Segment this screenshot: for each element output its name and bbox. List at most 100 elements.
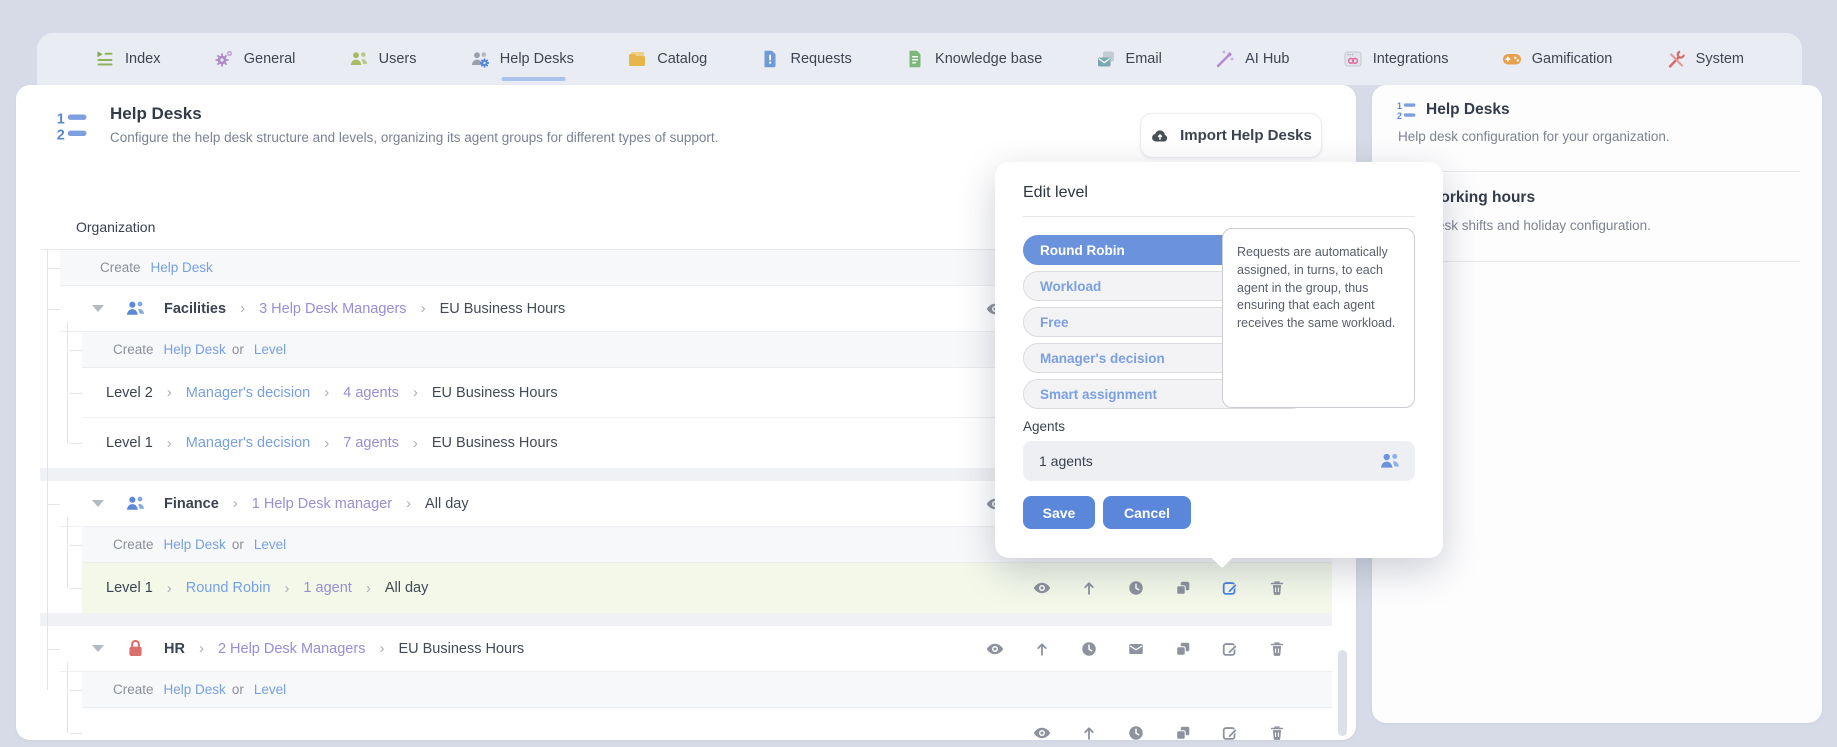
managers-link[interactable]: 2 Help Desk Managers — [218, 641, 366, 657]
tree-branch-line — [67, 322, 68, 443]
agents-users-icon — [1380, 453, 1399, 468]
managers-link[interactable]: 3 Help Desk Managers — [259, 301, 407, 317]
create-level-link[interactable]: Level — [254, 682, 286, 697]
tree-trunk-line — [47, 250, 48, 690]
schedule-label: EU Business Hours — [439, 300, 566, 317]
nav-item-integrations[interactable]: Integrations — [1343, 33, 1449, 85]
duplicate-icon[interactable] — [1174, 724, 1192, 740]
top-navigation: Index General Users Help Desks Catalog R… — [37, 33, 1802, 85]
help-desks-icon — [471, 52, 489, 68]
assignment-tooltip: Requests are automatically assigned, in … — [1222, 228, 1415, 408]
create-help-desk-link[interactable]: Help Desk — [164, 342, 226, 357]
schedule-label: EU Business Hours — [398, 640, 525, 657]
agents-link[interactable]: 1 agent — [303, 580, 351, 596]
divider — [1023, 216, 1415, 217]
edit-icon[interactable] — [1221, 640, 1239, 658]
create-help-desk-or-level-row: Create Help Desk or Level — [70, 672, 1332, 708]
divider — [1398, 171, 1800, 172]
tree-branch-line — [67, 662, 68, 733]
collapse-caret-icon[interactable] — [92, 645, 104, 652]
schedule-icon[interactable] — [1127, 579, 1145, 597]
schedule-icon[interactable] — [1080, 640, 1098, 658]
schedule-icon[interactable] — [1127, 724, 1145, 740]
agents-label: Agents — [1023, 419, 1066, 434]
cancel-button[interactable]: Cancel — [1103, 496, 1191, 529]
page-title: Help Desks — [110, 104, 202, 123]
group-gap — [40, 613, 1332, 626]
collapse-caret-icon[interactable] — [92, 500, 104, 507]
nav-item-index[interactable]: Index — [95, 33, 160, 85]
edit-level-popover: Edit level Round Robin Workload Free Man… — [995, 162, 1443, 558]
nav-item-ai-hub[interactable]: AI Hub — [1215, 33, 1289, 85]
nav-item-knowledge-base[interactable]: Knowledge base — [905, 33, 1042, 85]
folder-icon — [629, 52, 646, 66]
level-row-finance-1-selected[interactable]: Level 1 › Round Robin › 1 agent › All da… — [70, 563, 1332, 613]
create-level-link[interactable]: Level — [254, 342, 286, 357]
nav-item-general[interactable]: General — [214, 33, 295, 85]
nav-item-system[interactable]: System — [1666, 33, 1744, 85]
promote-icon[interactable] — [1080, 579, 1098, 597]
level-row-hr-partial[interactable] — [70, 708, 1332, 740]
view-icon[interactable] — [1033, 724, 1051, 740]
create-help-desk-link[interactable]: Help Desk — [151, 260, 213, 275]
group-users-icon — [126, 301, 145, 315]
svg-text:2: 2 — [1397, 111, 1402, 121]
sidebar-section-title: Help Desks — [1426, 101, 1510, 118]
edit-icon[interactable] — [1221, 724, 1239, 740]
request-document-icon — [764, 50, 776, 68]
lock-icon — [129, 639, 142, 657]
create-level-link[interactable]: Level — [254, 537, 286, 552]
group-users-icon — [126, 496, 145, 510]
tools-icon — [1668, 50, 1685, 68]
schedule-label: EU Business Hours — [431, 435, 558, 451]
delete-icon[interactable] — [1268, 724, 1286, 740]
agents-link[interactable]: 4 agents — [343, 385, 399, 401]
nav-item-users[interactable]: Users — [349, 33, 417, 85]
ordered-list-icon: 12 — [57, 111, 87, 143]
collapse-caret-icon[interactable] — [92, 305, 104, 312]
svg-text:1: 1 — [1397, 101, 1402, 111]
magic-wand-icon — [1216, 50, 1234, 68]
assignment-link[interactable]: Manager's decision — [186, 385, 310, 401]
tree-branch-line — [67, 517, 68, 588]
view-icon[interactable] — [986, 640, 1004, 658]
email-icon — [1097, 51, 1114, 67]
vertical-scrollbar[interactable] — [1338, 650, 1347, 736]
create-help-desk-link[interactable]: Help Desk — [164, 537, 226, 552]
agents-link[interactable]: 7 agents — [343, 435, 399, 451]
help-desk-name: Facilities — [164, 300, 227, 317]
import-help-desks-button[interactable]: Import Help Desks — [1140, 113, 1322, 158]
nav-item-requests[interactable]: Requests — [760, 33, 852, 85]
index-icon — [97, 51, 113, 66]
view-icon[interactable] — [1033, 579, 1051, 597]
duplicate-icon[interactable] — [1174, 640, 1192, 658]
page-subtitle: Configure the help desk structure and le… — [110, 130, 719, 145]
promote-icon[interactable] — [1033, 640, 1051, 658]
svg-text:1: 1 — [57, 111, 65, 127]
agents-input[interactable]: 1 agents — [1023, 441, 1415, 481]
assignment-link[interactable]: Manager's decision — [186, 435, 310, 451]
create-help-desk-link[interactable]: Help Desk — [164, 682, 226, 697]
integrations-icon — [1344, 51, 1362, 67]
delete-icon[interactable] — [1268, 640, 1286, 658]
managers-link[interactable]: 1 Help Desk manager — [252, 496, 392, 512]
users-icon — [350, 52, 367, 65]
email-settings-icon[interactable] — [1127, 640, 1145, 658]
save-button[interactable]: Save — [1023, 496, 1095, 529]
delete-icon[interactable] — [1268, 579, 1286, 597]
ordered-list-icon: 12 — [1397, 101, 1416, 121]
nav-item-help-desks[interactable]: Help Desks — [470, 33, 574, 85]
assignment-link[interactable]: Round Robin — [186, 580, 271, 596]
help-desk-name: HR — [164, 640, 185, 657]
duplicate-icon[interactable] — [1174, 579, 1192, 597]
help-desk-row-hr[interactable]: HR › 2 Help Desk Managers › EU Business … — [48, 626, 1332, 672]
cloud-upload-icon — [1152, 129, 1168, 141]
nav-item-gamification[interactable]: Gamification — [1502, 33, 1612, 85]
nav-item-email[interactable]: Email — [1096, 33, 1162, 85]
level-name: Level 1 — [106, 580, 153, 596]
promote-icon[interactable] — [1080, 724, 1098, 740]
nav-item-catalog[interactable]: Catalog — [627, 33, 707, 85]
modal-title: Edit level — [1023, 184, 1088, 201]
level-name: Level 1 — [106, 435, 153, 451]
edit-icon-active[interactable] — [1221, 579, 1239, 597]
